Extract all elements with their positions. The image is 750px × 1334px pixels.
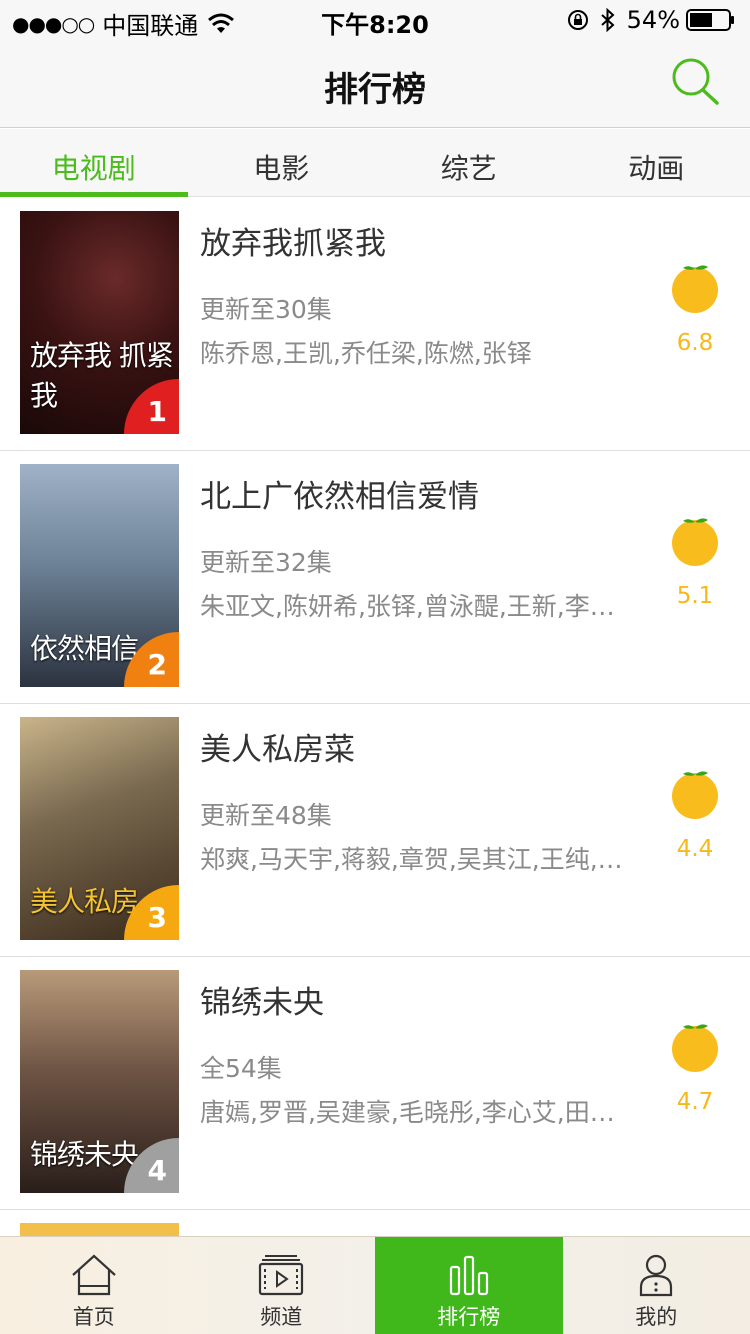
- cast-list: 郑爽,马天宇,蒋毅,章贺,吴其江,王纯,…: [200, 845, 623, 874]
- search-icon[interactable]: [670, 56, 722, 108]
- tabbar-label: 我的: [635, 1305, 678, 1329]
- tabbar-profile[interactable]: 我的: [563, 1237, 750, 1334]
- poster-image: 放弃我 抓紧我 1: [20, 211, 179, 434]
- list-item[interactable]: 放弃我 抓紧我 1 放弃我抓紧我 更新至30集 陈乔恩,王凯,乔任梁,陈燃,张铎…: [0, 198, 750, 451]
- ranking-list: 放弃我 抓紧我 1 放弃我抓紧我 更新至30集 陈乔恩,王凯,乔任梁,陈燃,张铎…: [0, 198, 750, 1263]
- episode-status: 更新至48集: [200, 801, 332, 830]
- battery-icon: [686, 9, 734, 31]
- tabbar-ranking[interactable]: 排行榜: [375, 1237, 563, 1334]
- home-icon: [72, 1254, 116, 1296]
- poster-image: 依然相信 2: [20, 464, 179, 687]
- orange-score-icon: [672, 1024, 718, 1072]
- episode-status: 更新至32集: [200, 548, 332, 577]
- score-value: 4.4: [676, 836, 714, 862]
- show-title: 放弃我抓紧我: [200, 226, 386, 262]
- nav-header: 排行榜: [0, 40, 750, 128]
- score-value: 4.7: [676, 1089, 714, 1115]
- orange-score-icon: [672, 771, 718, 819]
- show-title: 锦绣未央: [200, 985, 324, 1021]
- tabbar-label: 排行榜: [437, 1305, 501, 1329]
- ranking-screen: ●●●○○ 中国联通 下午8:20 54% 排行榜 电视剧 电影 综艺 动画 放…: [0, 0, 750, 1334]
- profile-icon: [640, 1254, 673, 1297]
- show-title: 北上广依然相信爱情: [200, 479, 479, 515]
- tab-tv-series[interactable]: 电视剧: [0, 129, 188, 197]
- episode-status: 全54集: [200, 1054, 282, 1083]
- bottom-tab-bar: 首页 频道 排行榜 我的: [0, 1236, 750, 1334]
- rotation-lock-icon: [567, 10, 588, 30]
- poster-image: 美人私房 3: [20, 717, 179, 940]
- cast-list: 朱亚文,陈妍希,张铎,曾泳醍,王新,李…: [200, 592, 615, 621]
- category-tabs: 电视剧 电影 综艺 动画: [0, 129, 750, 197]
- tabbar-channel[interactable]: 频道: [188, 1237, 376, 1334]
- score-value: 5.1: [676, 583, 714, 609]
- battery-percent: 54%: [626, 6, 680, 34]
- score-value: 6.8: [676, 330, 714, 356]
- tabbar-label: 频道: [260, 1305, 303, 1329]
- ranking-icon: [449, 1255, 488, 1296]
- poster-title: 美人私房: [30, 885, 139, 918]
- orange-score-icon: [672, 518, 718, 566]
- list-item[interactable]: 美人私房 3 美人私房菜 更新至48集 郑爽,马天宇,蒋毅,章贺,吴其江,王纯,…: [0, 704, 750, 957]
- tabbar-home[interactable]: 首页: [0, 1237, 188, 1334]
- poster-title: 锦绣未央: [30, 1138, 139, 1171]
- list-item[interactable]: 依然相信 2 北上广依然相信爱情 更新至32集 朱亚文,陈妍希,张铎,曾泳醍,王…: [0, 451, 750, 704]
- list-item[interactable]: 锦绣未央 4 锦绣未央 全54集 唐嫣,罗晋,吴建豪,毛晓彤,李心艾,田… 4.…: [0, 957, 750, 1210]
- show-title: 美人私房菜: [200, 732, 355, 768]
- cast-list: 唐嫣,罗晋,吴建豪,毛晓彤,李心艾,田…: [200, 1098, 615, 1127]
- episode-status: 更新至30集: [200, 295, 332, 324]
- tabbar-label: 首页: [72, 1305, 115, 1329]
- tab-animation[interactable]: 动画: [563, 129, 750, 196]
- page-title: 排行榜: [324, 70, 426, 110]
- channel-icon: [259, 1255, 304, 1296]
- orange-score-icon: [672, 265, 718, 313]
- poster-image: 锦绣未央 4: [20, 970, 179, 1193]
- status-bar: ●●●○○ 中国联通 下午8:20 54%: [0, 0, 750, 40]
- poster-title: 依然相信: [30, 632, 139, 665]
- tab-movies[interactable]: 电影: [188, 129, 376, 196]
- tab-variety[interactable]: 综艺: [375, 129, 563, 196]
- bluetooth-icon: [600, 8, 615, 32]
- cast-list: 陈乔恩,王凯,乔任梁,陈燃,张铎: [200, 339, 532, 368]
